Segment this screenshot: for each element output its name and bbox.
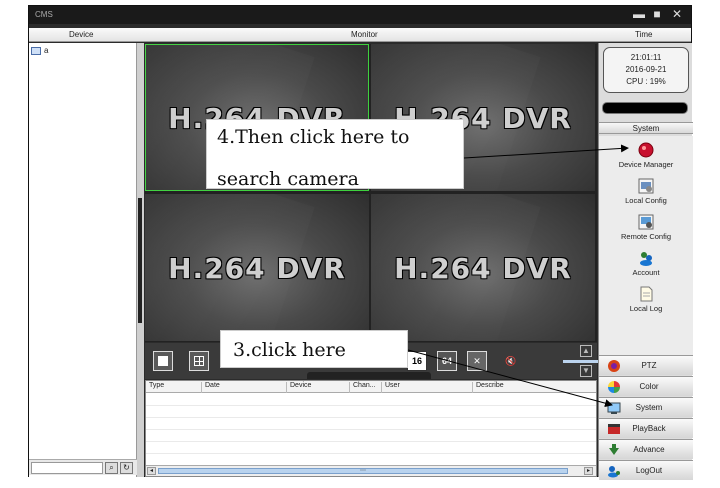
account-icon: [638, 250, 654, 266]
log-col-date[interactable]: Date: [201, 382, 220, 393]
scroll-up-icon[interactable]: ▲: [580, 345, 592, 357]
menu-playback-label: PlayBack: [632, 424, 666, 433]
menu-advance-label: Advance: [633, 445, 665, 454]
close-button[interactable]: ✕: [669, 7, 685, 21]
playback-icon: [607, 422, 621, 436]
system-icon: [607, 401, 621, 415]
local-log-item[interactable]: Local Log: [599, 286, 693, 313]
quad-view-icon[interactable]: [189, 351, 209, 371]
clock-display: 21:01:11 2016-09-21 CPU : 19%: [603, 47, 689, 93]
log-col-describe[interactable]: Describe: [472, 382, 504, 393]
step3-annotation: 3.click here: [220, 330, 408, 368]
maximize-button[interactable]: ■: [649, 7, 665, 21]
horizontal-scrollbar[interactable]: ◂ ⋯ ▸: [146, 465, 596, 476]
menu-playback[interactable]: PlayBack: [599, 418, 693, 438]
clock-date: 2016-09-21: [625, 65, 667, 74]
device-column-header: Device: [69, 30, 94, 39]
fullscreen-icon[interactable]: ✕: [467, 351, 487, 371]
device-tree-item[interactable]: a: [31, 46, 48, 55]
step4-line1: 4.Then click here to: [217, 126, 410, 148]
device-manager-label: Device Manager: [618, 160, 674, 169]
collapse-handle[interactable]: [307, 372, 431, 379]
advance-icon: [607, 443, 621, 457]
log-table-header: Type Date Device Chan... User Describe: [146, 381, 596, 393]
device-manager-item[interactable]: Device Manager: [599, 142, 693, 169]
search-icon[interactable]: ⌕: [105, 462, 118, 474]
menu-ptz[interactable]: PTZ: [599, 355, 693, 375]
system-items: Device Manager Local Config Remote Confi…: [599, 136, 693, 355]
log-col-type[interactable]: Type: [146, 382, 164, 393]
cpu-usage: CPU : 19%: [626, 77, 666, 86]
logout-icon: [607, 464, 621, 478]
side-panel: 21:01:11 2016-09-21 CPU : 19% System Dev…: [598, 43, 693, 480]
cms-window: CMS ▬ ■ ✕ Device Monitor Time a ⌕ ↻ H.26…: [28, 5, 693, 480]
device-group-icon: [31, 46, 41, 55]
remote-config-icon: [638, 214, 654, 230]
title-bar: CMS ▬ ■ ✕: [29, 6, 691, 24]
menu-system[interactable]: System: [599, 397, 693, 417]
table-row: [146, 429, 596, 430]
video-grid: H.264 DVR H.264 DVR H.264 DVR H.264 DVR: [145, 44, 597, 342]
splitter-grip[interactable]: [138, 198, 142, 323]
device-search-bar: ⌕ ↻: [29, 459, 137, 475]
device-search-input[interactable]: [31, 462, 103, 474]
ptz-icon: [607, 359, 621, 373]
remote-config-label: Remote Config: [620, 232, 672, 241]
device-tree-label: a: [44, 46, 49, 55]
step4-line2: search camera: [217, 168, 359, 190]
scroll-down-icon[interactable]: ▼: [580, 365, 592, 377]
mute-icon[interactable]: 🔇: [501, 351, 521, 371]
monitor-column-header: Monitor: [351, 30, 378, 39]
table-row: [146, 417, 596, 418]
log-table: Type Date Device Chan... User Describe ◂…: [145, 380, 597, 477]
table-row: [146, 441, 596, 442]
step4-annotation: 4.Then click here to search camera: [206, 119, 464, 190]
tile-logo: H.264 DVR: [394, 252, 572, 285]
system-section-header: System: [599, 122, 693, 134]
minimize-button[interactable]: ▬: [631, 7, 647, 21]
table-row: [146, 453, 596, 454]
window-title: CMS: [35, 10, 53, 19]
menu-color-label: Color: [639, 382, 659, 391]
video-tile-3[interactable]: H.264 DVR: [145, 194, 369, 341]
menu-logout-label: LogOut: [635, 466, 663, 475]
local-log-icon: [638, 286, 654, 302]
local-log-label: Local Log: [629, 304, 663, 313]
refresh-icon[interactable]: ↻: [120, 462, 133, 474]
menu-advance[interactable]: Advance: [599, 439, 693, 459]
scrollbar-thumb[interactable]: ⋯: [158, 468, 568, 474]
time-column-header: Time: [635, 30, 653, 39]
menu-logout[interactable]: LogOut: [599, 460, 693, 480]
local-config-item[interactable]: Local Config: [599, 178, 693, 205]
scroll-right-icon[interactable]: ▸: [584, 467, 593, 475]
menu-system-label: System: [635, 403, 663, 412]
menu-ptz-label: PTZ: [641, 361, 657, 370]
step3-text: 3.click here: [233, 339, 346, 361]
table-row: [146, 405, 596, 406]
tile-logo: H.264 DVR: [168, 252, 346, 285]
panel-splitter[interactable]: [137, 43, 144, 477]
device-panel: a ⌕ ↻: [29, 43, 137, 477]
account-label: Account: [632, 268, 660, 277]
log-col-channel[interactable]: Chan...: [349, 382, 376, 393]
local-config-icon: [638, 178, 654, 194]
scroll-left-icon[interactable]: ◂: [147, 467, 156, 475]
single-view-icon[interactable]: [153, 351, 173, 371]
status-bar: [602, 102, 688, 114]
clock-time: 21:01:11: [630, 53, 662, 62]
log-col-device[interactable]: Device: [286, 382, 311, 393]
sixtyfour-view-button[interactable]: 64: [437, 351, 457, 371]
device-manager-icon: [638, 142, 654, 158]
color-icon: [607, 380, 621, 394]
video-tile-4[interactable]: H.264 DVR: [371, 194, 595, 341]
log-col-user[interactable]: User: [381, 382, 400, 393]
local-config-label: Local Config: [625, 196, 667, 205]
column-header-bar: Device Monitor Time: [29, 28, 691, 42]
menu-color[interactable]: Color: [599, 376, 693, 396]
remote-config-item[interactable]: Remote Config: [599, 214, 693, 241]
account-item[interactable]: Account: [599, 250, 693, 277]
sixteen-view-button[interactable]: 16: [407, 351, 427, 371]
